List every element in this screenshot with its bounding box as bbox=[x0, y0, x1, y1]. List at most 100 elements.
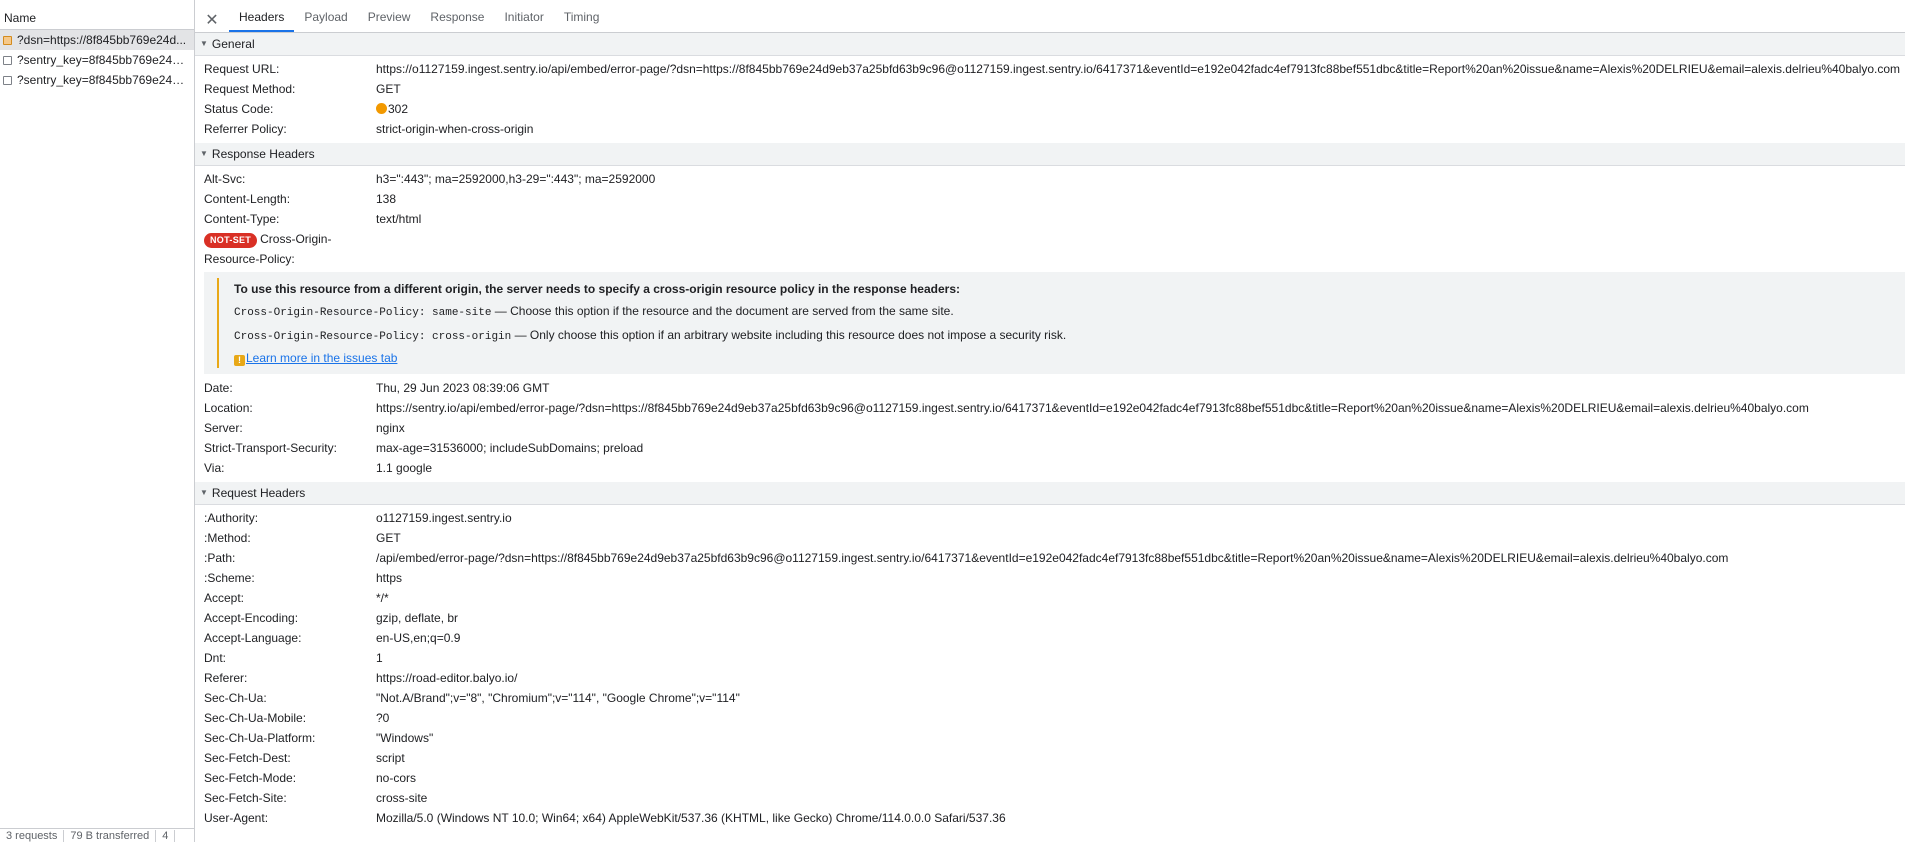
header-value[interactable]: https://road-editor.balyo.io/ bbox=[376, 668, 517, 688]
header-key: Date: bbox=[204, 381, 233, 395]
header-row: Sec-Fetch-Mode: no-cors bbox=[195, 768, 1905, 788]
header-key: Referer: bbox=[204, 671, 248, 685]
header-value[interactable]: en-US,en;q=0.9 bbox=[376, 628, 460, 648]
header-key: Via: bbox=[204, 461, 225, 475]
header-key: Content-Length: bbox=[204, 192, 291, 206]
header-value[interactable]: 138 bbox=[376, 189, 396, 209]
request-details-pane: ✕ Headers Payload Preview Response Initi… bbox=[195, 0, 1905, 842]
header-value[interactable]: h3=":443"; ma=2592000,h3-29=":443"; ma=2… bbox=[376, 169, 655, 189]
header-value[interactable]: nginx bbox=[376, 418, 405, 438]
header-value[interactable]: cross-site bbox=[376, 788, 427, 808]
header-value[interactable]: ?0 bbox=[376, 708, 389, 728]
header-key: :Method: bbox=[204, 531, 251, 545]
header-row: Accept-Language: en-US,en;q=0.9 bbox=[195, 628, 1905, 648]
header-value[interactable]: Mozilla/5.0 (Windows NT 10.0; Win64; x64… bbox=[376, 808, 1006, 828]
header-key: Server: bbox=[204, 421, 243, 435]
tab-headers[interactable]: Headers bbox=[229, 6, 295, 32]
status-code-value[interactable]: 302 bbox=[376, 99, 408, 119]
name-column-header[interactable]: Name bbox=[0, 0, 194, 30]
header-row: Alt-Svc: h3=":443"; ma=2592000,h3-29=":4… bbox=[195, 169, 1905, 189]
header-row: Status Code: 302 bbox=[195, 99, 1905, 119]
header-value[interactable]: https bbox=[376, 568, 402, 588]
header-row: Via: 1.1 google bbox=[195, 458, 1905, 478]
header-value[interactable]: 1.1 google bbox=[376, 458, 432, 478]
header-row: User-Agent: Mozilla/5.0 (Windows NT 10.0;… bbox=[195, 808, 1905, 828]
header-value[interactable]: 1 bbox=[376, 648, 383, 668]
header-value[interactable]: Thu, 29 Jun 2023 08:39:06 GMT bbox=[376, 378, 549, 398]
response-headers-section-header[interactable]: ▼ Response Headers bbox=[195, 143, 1905, 166]
header-value[interactable]: o1127159.ingest.sentry.io bbox=[376, 508, 512, 528]
info-option: Cross-Origin-Resource-Policy: same-site … bbox=[234, 300, 1905, 324]
triangle-down-icon: ▼ bbox=[200, 488, 208, 497]
option-code: Cross-Origin-Resource-Policy: cross-orig… bbox=[234, 331, 512, 343]
header-row: Dnt: 1 bbox=[195, 648, 1905, 668]
request-list-pane: Name ?dsn=https://8f845bb769e24d... ?sen… bbox=[0, 0, 195, 842]
header-key: :Path: bbox=[204, 551, 236, 565]
header-value[interactable]: GET bbox=[376, 79, 401, 99]
header-key: Accept-Language: bbox=[204, 631, 302, 645]
header-row: Request URL: https://o1127159.ingest.sen… bbox=[195, 59, 1905, 79]
learn-more-link[interactable]: Learn more in the issues tab bbox=[246, 351, 397, 365]
header-key: Sec-Ch-Ua: bbox=[204, 691, 267, 705]
embed-page-icon bbox=[3, 35, 12, 45]
header-row: Sec-Ch-Ua: "Not.A/Brand";v="8", "Chromium… bbox=[195, 688, 1905, 708]
warning-icon: ! bbox=[234, 355, 245, 366]
header-value[interactable]: "Not.A/Brand";v="8", "Chromium";v="114",… bbox=[376, 688, 740, 708]
header-row: :Scheme: https bbox=[195, 568, 1905, 588]
header-value[interactable]: strict-origin-when-cross-origin bbox=[376, 119, 533, 139]
response-headers-section: Alt-Svc: h3=":443"; ma=2592000,h3-29=":4… bbox=[195, 166, 1905, 482]
request-row[interactable]: ?sentry_key=8f845bb769e24d... bbox=[0, 70, 194, 90]
triangle-down-icon: ▼ bbox=[200, 149, 208, 158]
tab-preview[interactable]: Preview bbox=[358, 6, 421, 32]
header-row: Sec-Ch-Ua-Mobile: ?0 bbox=[195, 708, 1905, 728]
header-row: Server: nginx bbox=[195, 418, 1905, 438]
header-key: Status Code: bbox=[204, 102, 274, 116]
header-value[interactable]: "Windows" bbox=[376, 728, 433, 748]
details-tab-strip: ✕ Headers Payload Preview Response Initi… bbox=[195, 0, 1905, 33]
request-row[interactable]: ?dsn=https://8f845bb769e24d... bbox=[0, 30, 194, 50]
header-row: Sec-Fetch-Site: cross-site bbox=[195, 788, 1905, 808]
header-row: Accept: */* bbox=[195, 588, 1905, 608]
tab-response[interactable]: Response bbox=[420, 6, 494, 32]
tab-initiator[interactable]: Initiator bbox=[494, 6, 553, 32]
header-key: User-Agent: bbox=[204, 811, 269, 825]
header-row: Request Method: GET bbox=[195, 79, 1905, 99]
header-key: Sec-Fetch-Dest: bbox=[204, 751, 291, 765]
info-option: Cross-Origin-Resource-Policy: cross-orig… bbox=[234, 324, 1905, 348]
document-icon bbox=[3, 55, 12, 65]
request-row[interactable]: ?sentry_key=8f845bb769e24d... bbox=[0, 50, 194, 70]
header-value[interactable]: max-age=31536000; includeSubDomains; pre… bbox=[376, 438, 643, 458]
tab-payload[interactable]: Payload bbox=[294, 6, 357, 32]
header-key: Sec-Ch-Ua-Mobile: bbox=[204, 711, 307, 725]
header-value[interactable]: */* bbox=[376, 588, 389, 608]
section-title: Response Headers bbox=[211, 147, 315, 161]
header-row: :Method: GET bbox=[195, 528, 1905, 548]
header-value[interactable]: no-cors bbox=[376, 768, 416, 788]
request-headers-section-header[interactable]: ▼ Request Headers bbox=[195, 482, 1905, 505]
header-value[interactable]: /api/embed/error-page/?dsn=https://8f845… bbox=[376, 548, 1728, 568]
corp-key-line1: Cross-Origin- bbox=[260, 232, 332, 246]
header-key: Accept-Encoding: bbox=[204, 611, 299, 625]
transferred-size: 79 B transferred bbox=[64, 830, 157, 842]
header-key: Sec-Ch-Ua-Platform: bbox=[204, 731, 316, 745]
header-value[interactable]: https://o1127159.ingest.sentry.io/api/em… bbox=[376, 59, 1900, 79]
header-value[interactable]: https://sentry.io/api/embed/error-page/?… bbox=[376, 398, 1809, 418]
header-value[interactable]: script bbox=[376, 748, 405, 768]
header-value[interactable]: text/html bbox=[376, 209, 421, 229]
close-icon[interactable]: ✕ bbox=[205, 12, 219, 32]
request-name: ?dsn=https://8f845bb769e24d... bbox=[17, 33, 187, 47]
header-row: Referer: https://road-editor.balyo.io/ bbox=[195, 668, 1905, 688]
header-row: Content-Length: 138 bbox=[195, 189, 1905, 209]
header-row: :Authority: o1127159.ingest.sentry.io bbox=[195, 508, 1905, 528]
option-text: — Only choose this option if an arbitrar… bbox=[511, 328, 1067, 342]
status-dot-icon bbox=[376, 103, 387, 114]
header-value[interactable]: GET bbox=[376, 528, 401, 548]
header-key: Content-Type: bbox=[204, 212, 280, 226]
summary-extra: 4 bbox=[156, 830, 176, 842]
header-row: Date: Thu, 29 Jun 2023 08:39:06 GMT bbox=[195, 378, 1905, 398]
general-section-header[interactable]: ▼ General bbox=[195, 33, 1905, 56]
header-row: Accept-Encoding: gzip, deflate, br bbox=[195, 608, 1905, 628]
tab-timing[interactable]: Timing bbox=[554, 6, 610, 32]
header-key: :Authority: bbox=[204, 511, 259, 525]
header-value[interactable]: gzip, deflate, br bbox=[376, 608, 458, 628]
